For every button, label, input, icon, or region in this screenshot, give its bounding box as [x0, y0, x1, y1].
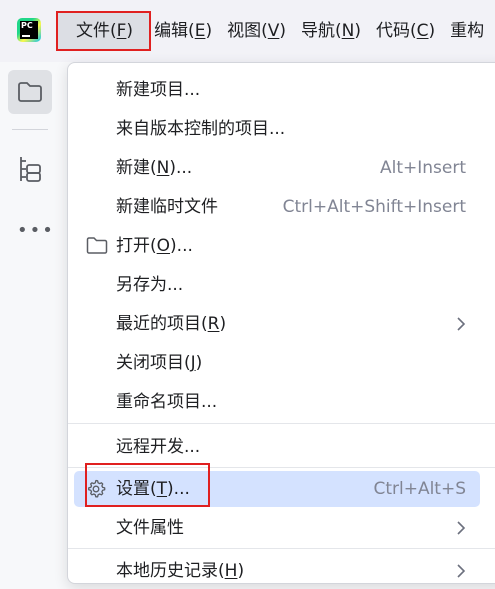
structure-icon[interactable]: [18, 155, 42, 183]
chevron-right-icon: [457, 521, 466, 535]
shortcut-label: Ctrl+Alt+S: [373, 479, 466, 499]
menu-item-close-project[interactable]: 关闭项目(J): [74, 345, 480, 381]
menu-separator: [68, 548, 495, 549]
pycharm-logo-icon[interactable]: PC: [17, 18, 41, 42]
menu-item-new[interactable]: 新建(N)... Alt+Insert: [74, 150, 480, 186]
menu-item-new-scratch-file[interactable]: 新建临时文件 Ctrl+Alt+Shift+Insert: [74, 189, 480, 225]
title-bar: PC 文件(F) 编辑(E) 视图(V) 导航(N) 代码(C) 重构: [0, 0, 495, 62]
menu-item-project-from-vcs[interactable]: 来自版本控制的项目...: [74, 111, 480, 147]
folder-icon: [86, 237, 108, 254]
menu-refactor[interactable]: 重构: [447, 11, 487, 51]
menu-item-save-as[interactable]: 另存为...: [74, 267, 480, 303]
menu-item-rename-project[interactable]: 重命名项目...: [74, 384, 480, 420]
shortcut-label: Ctrl+Alt+Shift+Insert: [282, 197, 466, 217]
menu-item-remote-development[interactable]: 远程开发...: [74, 429, 480, 465]
menu-item-local-history[interactable]: 本地历史记录(H): [74, 553, 480, 589]
menu-view[interactable]: 视图(V): [224, 11, 289, 51]
menu-item-file-properties[interactable]: 文件属性: [74, 510, 480, 546]
menu-code[interactable]: 代码(C): [373, 11, 438, 51]
tool-separator: [12, 129, 48, 130]
menu-file[interactable]: 文件(F): [56, 11, 152, 51]
project-tool-button[interactable]: [8, 70, 52, 114]
menu-edit[interactable]: 编辑(E): [151, 11, 215, 51]
chevron-right-icon: [457, 564, 466, 578]
menu-separator: [68, 423, 495, 424]
shortcut-label: Alt+Insert: [379, 158, 466, 178]
main-menubar: 文件(F) 编辑(E) 视图(V) 导航(N) 代码(C) 重构: [56, 11, 495, 51]
menu-item-new-project[interactable]: 新建项目...: [74, 72, 480, 108]
folder-icon: [18, 82, 42, 102]
menu-item-open[interactable]: 打开(O)...: [74, 228, 480, 264]
annotation-highlight-box: [85, 463, 210, 507]
chevron-right-icon: [457, 317, 466, 331]
more-tools-icon[interactable]: •••: [17, 220, 55, 241]
menu-navigate[interactable]: 导航(N): [298, 11, 364, 51]
menu-item-recent-projects[interactable]: 最近的项目(R): [74, 306, 480, 342]
left-tool-strip: •••: [0, 62, 60, 572]
